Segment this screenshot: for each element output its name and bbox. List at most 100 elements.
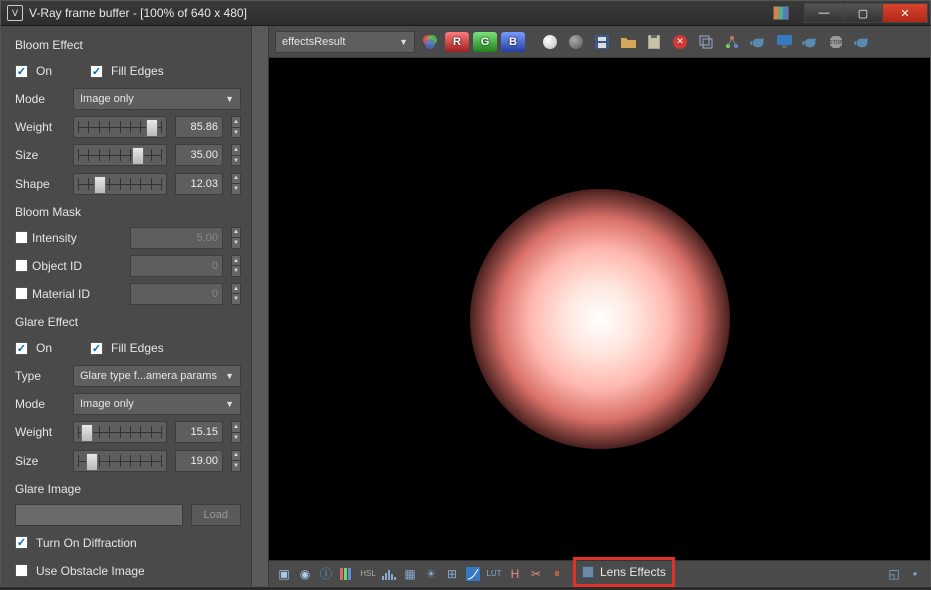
intensity-spinner[interactable]: ▲▼ bbox=[231, 227, 241, 249]
grid-icon[interactable]: ▦ bbox=[401, 565, 419, 583]
bloom-size-value[interactable]: 35.00 bbox=[175, 144, 223, 166]
glare-weight-label: Weight bbox=[15, 425, 65, 439]
bloom-weight-value[interactable]: 85.86 bbox=[175, 116, 223, 138]
curve-icon[interactable] bbox=[464, 565, 482, 583]
teapot-a-icon[interactable] bbox=[747, 31, 769, 53]
duplicate-icon[interactable] bbox=[695, 31, 717, 53]
white-sphere-icon[interactable] bbox=[539, 31, 561, 53]
delete-icon[interactable]: ✕ bbox=[669, 31, 691, 53]
glare-type-label: Type bbox=[15, 369, 65, 383]
glare-fill-checkbox[interactable]: ✓ bbox=[90, 342, 103, 355]
lens-effects-checkbox[interactable] bbox=[582, 566, 594, 578]
brightness-icon[interactable]: ☀ bbox=[422, 565, 440, 583]
bloom-shape-label: Shape bbox=[15, 177, 65, 191]
teapot-b-icon[interactable] bbox=[799, 31, 821, 53]
monitor-icon[interactable] bbox=[773, 31, 795, 53]
maximize-button[interactable]: ▢ bbox=[843, 3, 883, 23]
link-icon[interactable] bbox=[721, 31, 743, 53]
target-icon[interactable]: ⊞ bbox=[443, 565, 461, 583]
teapot-c-icon[interactable] bbox=[851, 31, 873, 53]
h-icon[interactable]: H bbox=[506, 565, 524, 583]
materialid-spinner[interactable]: ▲▼ bbox=[231, 283, 241, 305]
bars-icon[interactable] bbox=[338, 565, 356, 583]
hsl-icon[interactable]: HSL bbox=[359, 565, 377, 583]
objectid-spinner[interactable]: ▲▼ bbox=[231, 255, 241, 277]
window-grid-icon[interactable] bbox=[773, 6, 789, 20]
glare-size-spinner[interactable]: ▲▼ bbox=[231, 450, 241, 472]
globe-icon[interactable]: ◉ bbox=[296, 565, 314, 583]
bloom-shape-slider[interactable] bbox=[73, 173, 167, 195]
lut-icon[interactable]: LUT bbox=[485, 565, 503, 583]
glare-size-label: Size bbox=[15, 454, 65, 468]
glare-fill-label: Fill Edges bbox=[111, 341, 164, 355]
info-icon[interactable]: ⓘ bbox=[317, 565, 335, 583]
stop-icon[interactable]: STOP bbox=[825, 31, 847, 53]
objectid-value[interactable]: 0 bbox=[130, 255, 223, 277]
bloom-on-label: On bbox=[36, 64, 52, 78]
diffraction-checkbox[interactable]: ✓ bbox=[15, 536, 28, 549]
glare-weight-spinner[interactable]: ▲▼ bbox=[231, 421, 241, 443]
pause-icon[interactable]: ⏸ bbox=[548, 565, 566, 583]
glare-mode-select[interactable]: Image only▼ bbox=[73, 393, 241, 415]
lens-effects-toggle[interactable]: Lens Effects bbox=[573, 557, 675, 587]
bloom-fill-checkbox[interactable]: ✓ bbox=[90, 65, 103, 78]
glare-image-section-title: Glare Image bbox=[15, 482, 241, 496]
viewport[interactable] bbox=[269, 58, 930, 560]
glare-size-slider[interactable] bbox=[73, 450, 167, 472]
glare-on-checkbox[interactable]: ✓ bbox=[15, 342, 28, 355]
objectid-checkbox[interactable]: ✓ bbox=[15, 259, 28, 272]
glare-weight-value[interactable]: 15.15 bbox=[175, 421, 223, 443]
green-channel-button[interactable]: G bbox=[473, 32, 497, 52]
bloom-shape-value[interactable]: 12.03 bbox=[175, 173, 223, 195]
minimize-button[interactable]: — bbox=[804, 3, 844, 23]
bloom-size-slider[interactable] bbox=[73, 144, 167, 166]
bloom-on-checkbox[interactable]: ✓ bbox=[15, 65, 28, 78]
glare-weight-slider[interactable] bbox=[73, 421, 167, 443]
bottombar: ▣ ◉ ⓘ HSL ▦ ☀ ⊞ LUT H ✂ ⏸ Lens Effects ◱… bbox=[269, 560, 930, 586]
render-bloom-sphere bbox=[470, 189, 730, 449]
glare-section-title: Glare Effect bbox=[15, 315, 241, 329]
diffraction-label: Turn On Diffraction bbox=[36, 536, 137, 550]
bloom-size-label: Size bbox=[15, 148, 65, 162]
chevron-down-icon: ▼ bbox=[225, 399, 234, 409]
bloom-mask-section-title: Bloom Mask bbox=[15, 205, 241, 219]
levels-icon[interactable] bbox=[380, 565, 398, 583]
glare-image-path[interactable] bbox=[15, 504, 183, 526]
bloom-weight-spinner[interactable]: ▲▼ bbox=[231, 116, 241, 138]
bloom-size-spinner[interactable]: ▲▼ bbox=[231, 144, 241, 166]
bloom-mode-label: Mode bbox=[15, 92, 65, 106]
obstacle-checkbox[interactable]: ✓ bbox=[15, 564, 28, 577]
bloom-shape-spinner[interactable]: ▲▼ bbox=[231, 173, 241, 195]
intensity-checkbox[interactable]: ✓ bbox=[15, 231, 28, 244]
intensity-value[interactable]: 5.00 bbox=[130, 227, 223, 249]
materialid-checkbox[interactable]: ✓ bbox=[15, 287, 28, 300]
svg-text:STOP: STOP bbox=[829, 40, 843, 46]
glare-type-select[interactable]: Glare type f...amera params▼ bbox=[73, 365, 241, 387]
glare-size-value[interactable]: 19.00 bbox=[175, 450, 223, 472]
expand-icon[interactable]: ◱ bbox=[885, 565, 903, 583]
bloom-mode-select[interactable]: Image only▼ bbox=[73, 88, 241, 110]
bloom-fill-label: Fill Edges bbox=[111, 64, 164, 78]
objectid-label: Object ID bbox=[32, 259, 122, 273]
folder-icon[interactable] bbox=[617, 31, 639, 53]
obstacle-label: Use Obstacle Image bbox=[36, 564, 145, 578]
red-channel-button[interactable]: R bbox=[445, 32, 469, 52]
bloom-weight-label: Weight bbox=[15, 120, 65, 134]
load-button[interactable]: Load bbox=[191, 504, 241, 526]
dot-icon[interactable]: • bbox=[906, 565, 924, 583]
materialid-value[interactable]: 0 bbox=[130, 283, 223, 305]
scrollbar[interactable] bbox=[251, 26, 269, 586]
gray-sphere-icon[interactable] bbox=[565, 31, 587, 53]
channel-select[interactable]: effectsResult▼ bbox=[275, 31, 415, 53]
rgb-icon[interactable] bbox=[419, 31, 441, 53]
screen-icon[interactable]: ▣ bbox=[275, 565, 293, 583]
bloom-section-title: Bloom Effect bbox=[15, 38, 241, 52]
save-icon[interactable] bbox=[591, 31, 613, 53]
clipboard-icon[interactable] bbox=[643, 31, 665, 53]
glare-mode-label: Mode bbox=[15, 397, 65, 411]
crop-icon[interactable]: ✂ bbox=[527, 565, 545, 583]
app-icon: V bbox=[7, 5, 23, 21]
blue-channel-button[interactable]: B bbox=[501, 32, 525, 52]
close-button[interactable]: ✕ bbox=[882, 3, 928, 23]
bloom-weight-slider[interactable] bbox=[73, 116, 167, 138]
